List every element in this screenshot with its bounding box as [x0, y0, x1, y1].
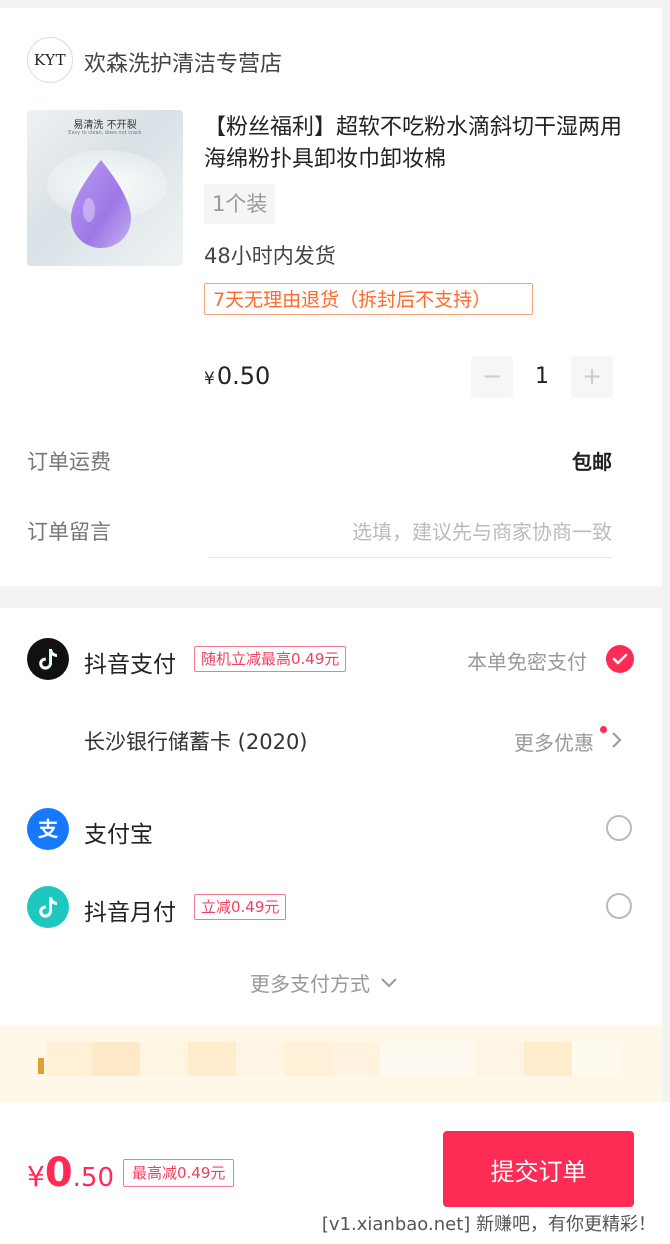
quantity-minus-button[interactable]: − [471, 356, 513, 398]
blur-block [140, 1042, 188, 1076]
more-offers-link[interactable]: 更多优惠 [514, 727, 594, 756]
product-image[interactable]: 易清洗 不开裂 Easy to clean, does not crack [27, 110, 183, 266]
shipping-value: 包邮 [572, 450, 612, 474]
max-discount-badge[interactable]: 最高减0.49元 [123, 1159, 235, 1187]
blur-block [524, 1042, 572, 1076]
price-symbol: ¥ [204, 369, 215, 389]
quantity-plus-button[interactable]: + [571, 356, 613, 398]
total-symbol: ¥ [27, 1160, 45, 1193]
notification-dot [600, 726, 607, 733]
more-payment-methods-label: 更多支付方式 [250, 972, 370, 996]
douyin-pay-promo-badge: 随机立减最高0.49元 [194, 646, 347, 672]
return-policy-badge: 7天无理由退货（拆封后不支持） [204, 283, 533, 315]
sponge-illustration [71, 160, 131, 248]
price-value: 0.50 [216, 362, 271, 390]
submit-order-button[interactable]: 提交订单 [443, 1131, 634, 1207]
product-spec[interactable]: 1个装 [204, 184, 276, 224]
total-int: 0 [44, 1150, 73, 1196]
douyin-pay-label[interactable]: 抖音支付 [84, 645, 176, 679]
alipay-label[interactable]: 支付宝 [84, 815, 153, 849]
product-image-tagline-en: Easy to clean, does not crack [68, 130, 142, 136]
top-strip [0, 0, 670, 8]
shipping-label: 订单运费 [27, 450, 111, 474]
blur-block [380, 1042, 476, 1076]
alipay-radio[interactable] [606, 815, 632, 841]
order-message-input[interactable] [208, 506, 612, 558]
watermark-text: [v1.xianbao.net] 新赚吧，有你更精彩！ [319, 1210, 658, 1236]
total-decimal: .50 [72, 1163, 115, 1193]
chevron-down-icon [381, 977, 397, 987]
quantity-value[interactable]: 1 [513, 364, 571, 389]
product-image-tagline: 易清洗 不开裂 [73, 120, 137, 131]
blur-block [476, 1042, 524, 1076]
douyin-monthly-promo-badge: 立减0.49元 [194, 894, 287, 920]
blur-block [236, 1042, 284, 1076]
unit-price: ¥0.50 [204, 362, 270, 390]
store-name[interactable]: 欢森洗护清洁专营店 [84, 46, 282, 78]
bottom-edge [0, 1240, 670, 1244]
free-pay-label[interactable]: 本单免密支付 [467, 646, 587, 675]
alipay-icon: 支 [27, 808, 69, 850]
store-logo[interactable]: KYT [27, 37, 73, 83]
douyin-logo-icon [27, 638, 69, 680]
ship-time: 48小时内发货 [204, 244, 336, 268]
douyin-pay-radio-selected[interactable] [606, 645, 634, 673]
message-label: 订单留言 [27, 520, 111, 544]
blur-block [188, 1042, 236, 1076]
douyin-monthly-radio[interactable] [606, 893, 632, 919]
bank-card-selector[interactable]: 长沙银行储蓄卡 (2020) [84, 726, 308, 756]
svg-text:支: 支 [38, 817, 59, 841]
blur-block [572, 1042, 620, 1076]
chevron-right-icon[interactable] [610, 731, 624, 749]
total-price: ¥0.50 [27, 1150, 114, 1196]
store-logo-text: KYT [33, 51, 67, 69]
more-payment-methods-button[interactable]: 更多支付方式 [250, 968, 398, 997]
blur-block [284, 1042, 332, 1076]
check-icon [612, 653, 628, 665]
blur-block [92, 1042, 140, 1076]
blur-block [332, 1042, 380, 1076]
douyin-monthly-icon [27, 886, 69, 928]
banner-marker [38, 1058, 44, 1074]
douyin-monthly-label[interactable]: 抖音月付 [84, 893, 176, 927]
product-title[interactable]: 【粉丝福利】超软不吃粉水滴斜切干湿两用海绵粉扑具卸妆巾卸妆棉 [204, 112, 636, 176]
blur-block [46, 1042, 92, 1076]
